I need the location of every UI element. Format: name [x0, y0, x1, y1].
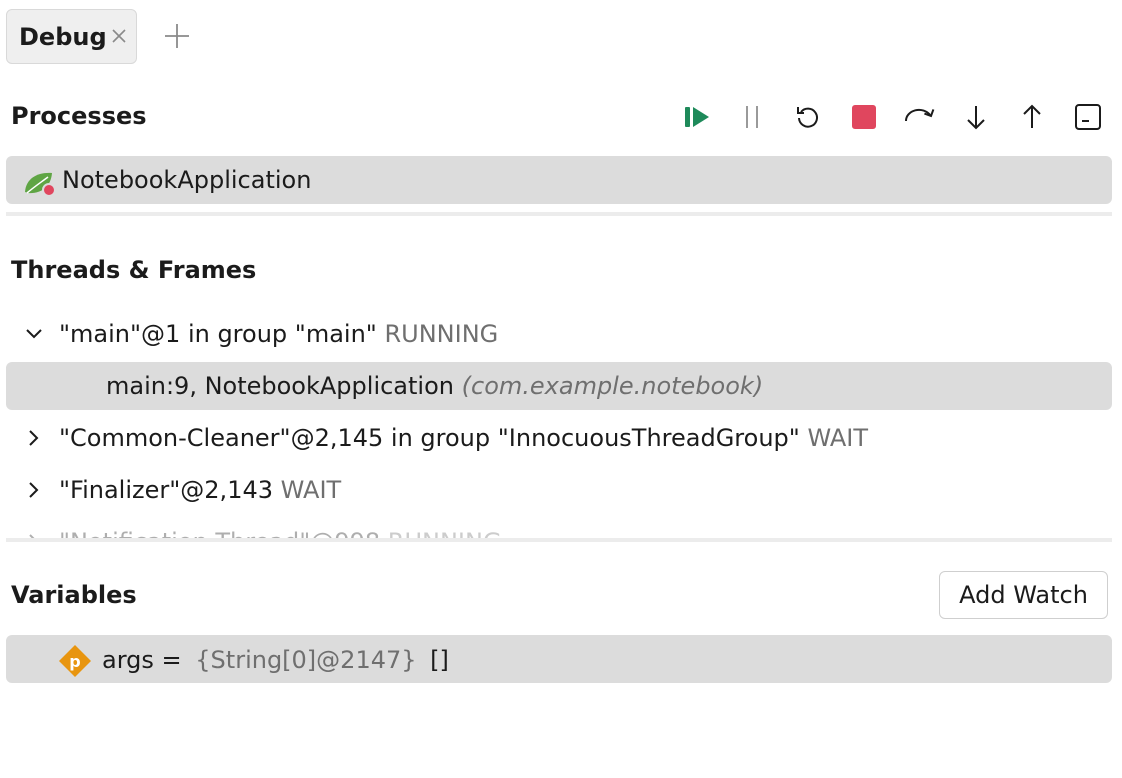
threads-tree: "main"@1 in group "main" RUNNING main:9,… [6, 310, 1112, 538]
rerun-icon [794, 103, 822, 131]
step-into-icon [962, 103, 990, 131]
tab-bar: Debug [6, 9, 306, 64]
badge-letter: p [69, 652, 80, 671]
thread-status: RUNNING [388, 528, 502, 538]
chevron-right-icon[interactable] [24, 480, 44, 500]
console-button[interactable] [1070, 100, 1106, 134]
chevron-right-icon[interactable] [24, 428, 44, 448]
step-out-button[interactable] [1014, 100, 1050, 134]
thread-name: "main"@1 in group "main" [59, 320, 377, 348]
tab-label: Debug [19, 23, 107, 51]
close-icon[interactable] [109, 26, 129, 46]
variable-name: args = [102, 646, 182, 674]
process-name: NotebookApplication [62, 166, 311, 194]
processes-title: Processes [11, 102, 147, 130]
debug-toolbar [678, 100, 1108, 134]
resume-icon [680, 103, 712, 131]
frame-location: main:9, NotebookApplication [106, 372, 454, 400]
thread-status: WAIT [807, 424, 868, 452]
spring-leaf-icon [22, 168, 56, 198]
thread-row-main[interactable]: "main"@1 in group "main" RUNNING [59, 320, 498, 348]
console-icon [1074, 103, 1102, 131]
stop-button[interactable] [846, 100, 882, 134]
step-out-icon [1018, 103, 1046, 131]
section-divider [6, 538, 1112, 542]
variable-label: args = {String[0]@2147} [] [102, 646, 449, 674]
variables-title: Variables [11, 581, 137, 609]
step-over-icon [903, 103, 937, 131]
add-tab-icon[interactable] [164, 23, 190, 49]
thread-row-common-cleaner[interactable]: "Common-Cleaner"@2,145 in group "Innocuo… [59, 424, 868, 452]
stop-icon [850, 103, 878, 131]
thread-name: "Finalizer"@2,143 [59, 476, 273, 504]
parameter-badge-icon: p [58, 644, 92, 678]
pause-icon [738, 103, 766, 131]
resume-button[interactable] [678, 100, 714, 134]
step-over-button[interactable] [902, 100, 938, 134]
thread-name: "Notification Thread"@998 [59, 528, 380, 538]
thread-row-notification[interactable]: "Notification Thread"@998 RUNNING [59, 528, 502, 538]
variable-type: {String[0]@2147} [195, 646, 416, 674]
tab-debug[interactable]: Debug [6, 9, 137, 64]
frame-label: main:9, NotebookApplication (com.example… [106, 372, 763, 400]
add-watch-button[interactable]: Add Watch [939, 571, 1108, 619]
frame-package: (com.example.notebook) [462, 372, 764, 400]
section-divider [6, 212, 1112, 216]
thread-status: WAIT [281, 476, 342, 504]
step-into-button[interactable] [958, 100, 994, 134]
chevron-down-icon[interactable] [24, 324, 44, 344]
threads-title: Threads & Frames [11, 256, 256, 284]
thread-name: "Common-Cleaner"@2,145 in group "Innocuo… [59, 424, 800, 452]
pause-button[interactable] [734, 100, 770, 134]
rerun-button[interactable] [790, 100, 826, 134]
thread-status: RUNNING [384, 320, 498, 348]
variable-value: [] [430, 646, 449, 674]
thread-row-finalizer[interactable]: "Finalizer"@2,143 WAIT [59, 476, 341, 504]
